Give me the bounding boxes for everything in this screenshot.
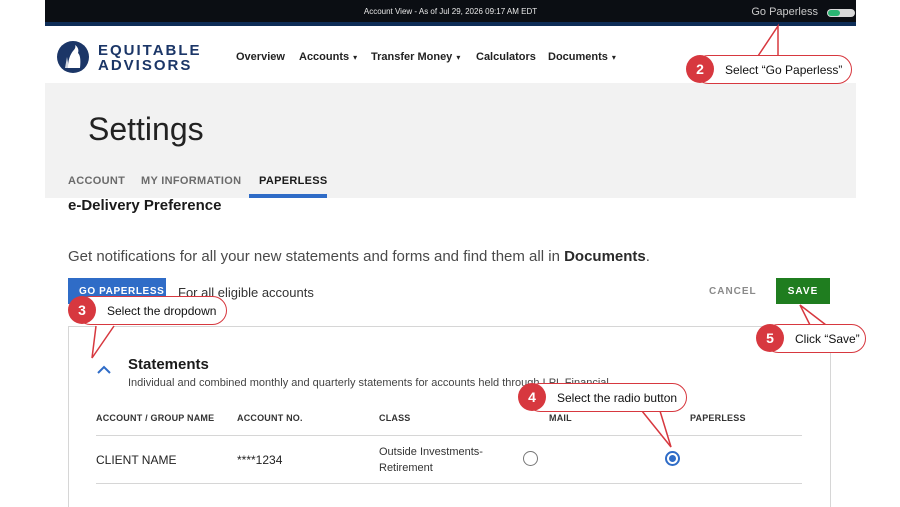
col-header-mail: MAIL bbox=[549, 413, 572, 423]
statements-title: Statements bbox=[128, 356, 209, 373]
callout-3-label: Select the dropdown bbox=[107, 304, 217, 318]
callout-5-number: 5 bbox=[756, 324, 784, 352]
callout-4: 4 Select the radio button bbox=[518, 383, 687, 412]
save-button[interactable]: SAVE bbox=[776, 278, 830, 304]
row-class: Outside Investments- Retirement bbox=[379, 444, 483, 476]
documents-emphasis: Documents bbox=[564, 248, 646, 265]
callout-5: 5 Click “Save” bbox=[756, 324, 866, 353]
callout-4-label: Select the radio button bbox=[557, 391, 678, 405]
account-view-timestamp: Account View - As of Jul 29, 2026 09:17 … bbox=[363, 7, 538, 16]
tab-paperless[interactable]: PAPERLESS bbox=[259, 175, 328, 187]
nav-accounts[interactable]: Accounts ▾ bbox=[299, 51, 357, 63]
chevron-down-icon: ▾ bbox=[353, 53, 358, 62]
col-header-paperless: PAPERLESS bbox=[690, 413, 746, 423]
nav-documents[interactable]: Documents ▾ bbox=[548, 51, 616, 63]
row-account-no: ****1234 bbox=[237, 453, 283, 467]
pointer-5 bbox=[799, 304, 827, 326]
tab-my-information[interactable]: MY INFORMATION bbox=[141, 175, 241, 187]
row-class-line-1: Outside Investments- bbox=[379, 446, 483, 458]
nav-accounts-label: Accounts bbox=[299, 51, 350, 63]
notification-text: Get notifications for all your new state… bbox=[68, 248, 650, 265]
mail-radio[interactable] bbox=[523, 451, 538, 466]
nav-calculators-label: Calculators bbox=[476, 51, 536, 63]
cancel-button[interactable]: CANCEL bbox=[709, 286, 757, 297]
row-class-line-2: Retirement bbox=[379, 462, 433, 474]
paperless-radio[interactable] bbox=[665, 451, 680, 466]
table-header-divider bbox=[96, 435, 802, 436]
go-paperless-toggle[interactable] bbox=[827, 9, 855, 17]
nav-transfer-label: Transfer Money bbox=[371, 51, 453, 63]
callout-4-number: 4 bbox=[518, 383, 546, 411]
callout-2-number: 2 bbox=[686, 55, 714, 83]
nav-overview[interactable]: Overview bbox=[236, 51, 285, 63]
table-row-divider bbox=[96, 483, 802, 484]
callout-3: 3 Select the dropdown bbox=[68, 296, 227, 325]
notify-suffix: . bbox=[645, 248, 650, 265]
tab-account[interactable]: ACCOUNT bbox=[68, 175, 125, 187]
brand-line-2: ADVISORS bbox=[98, 57, 193, 74]
row-account-name: CLIENT NAME bbox=[96, 453, 177, 467]
settings-header: Settings ACCOUNT MY INFORMATION PAPERLES… bbox=[45, 83, 856, 198]
nav-overview-label: Overview bbox=[236, 51, 285, 63]
top-status-bar: Account View - As of Jul 29, 2026 09:17 … bbox=[45, 0, 856, 26]
callout-2: 2 Select “Go Paperless” bbox=[686, 55, 852, 84]
nav-documents-label: Documents bbox=[548, 51, 608, 63]
col-header-account-no: ACCOUNT NO. bbox=[237, 413, 303, 423]
notify-prefix: Get notifications for all your new state… bbox=[68, 248, 565, 265]
chevron-up-icon[interactable] bbox=[97, 363, 111, 377]
nav-calculators[interactable]: Calculators bbox=[476, 51, 536, 63]
nav-transfer-money[interactable]: Transfer Money ▾ bbox=[371, 51, 460, 63]
active-tab-indicator bbox=[249, 194, 327, 198]
chevron-down-icon: ▾ bbox=[611, 53, 616, 62]
brand-wordmark[interactable]: EQUITABLE ADVISORS bbox=[98, 43, 202, 73]
callout-3-number: 3 bbox=[68, 296, 96, 324]
col-header-account-name: ACCOUNT / GROUP NAME bbox=[96, 413, 215, 423]
section-heading: e-Delivery Preference bbox=[68, 197, 222, 214]
chevron-down-icon: ▾ bbox=[456, 53, 461, 62]
callout-5-label: Click “Save” bbox=[795, 332, 860, 346]
callout-2-label: Select “Go Paperless” bbox=[725, 63, 843, 77]
go-paperless-link[interactable]: Go Paperless bbox=[751, 6, 818, 18]
equitable-logo-icon[interactable] bbox=[57, 41, 89, 73]
brand-line-1: EQUITABLE bbox=[98, 42, 202, 59]
page-title: Settings bbox=[88, 111, 204, 147]
col-header-class: CLASS bbox=[379, 413, 411, 423]
